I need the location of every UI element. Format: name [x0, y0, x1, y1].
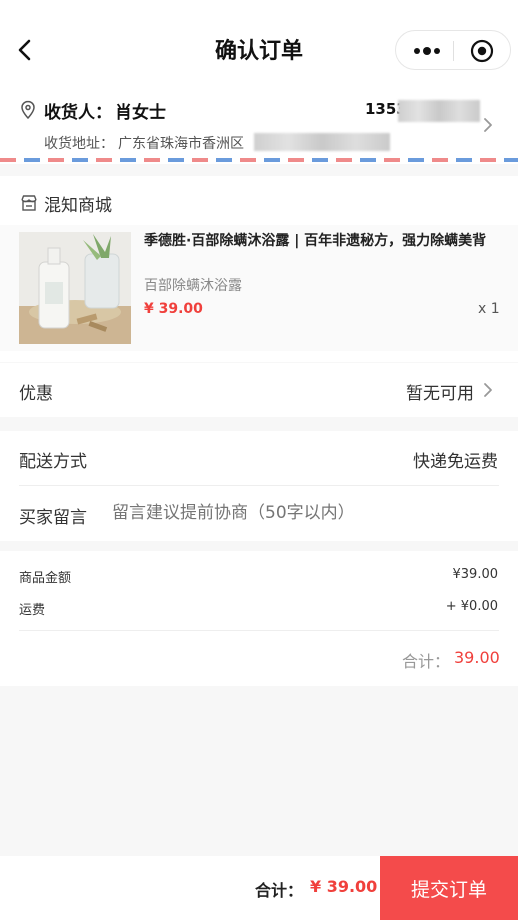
product-price: ¥ 39.00	[144, 301, 203, 317]
address-card[interactable]: 收货人： 肖女士 1353 收货地址： 广东省珠海市香洲区	[0, 92, 518, 164]
product-item[interactable]: 季德胜·百部除螨沐浴露 | 百年非遗秘方，强力除螨美背 百部除螨沐浴露 ¥ 39…	[0, 225, 518, 351]
row-divider	[19, 485, 499, 486]
summary-divider	[19, 630, 499, 631]
product-quantity: x 1	[478, 301, 500, 317]
address-label: 收货地址：	[44, 136, 114, 152]
product-spec: 百部除螨沐浴露	[144, 278, 242, 294]
capsule-divider	[453, 41, 454, 61]
address-redaction	[254, 133, 390, 151]
checkout-total-label: 合计：	[255, 881, 304, 900]
summary-total-value: 39.00	[454, 648, 500, 667]
product-title: 季德胜·百部除螨沐浴露 | 百年非遗秘方，强力除螨美背	[144, 233, 487, 249]
phone-redaction	[398, 100, 480, 122]
product-image	[19, 232, 131, 344]
shipping-label: 运费	[19, 603, 46, 618]
chevron-right-icon	[484, 383, 492, 397]
mini-program-capsule	[395, 30, 511, 70]
message-label: 买家留言	[19, 508, 87, 528]
recipient-name: 肖女士	[115, 103, 166, 123]
goods-amount-value: ¥39.00	[452, 567, 499, 582]
chevron-right-icon	[484, 118, 492, 132]
price-summary: 商品金额 ¥39.00 运费 + ¥0.00 合计： 39.00	[0, 551, 518, 686]
checkout-bar: 合计： ¥ 39.00 提交订单	[0, 856, 518, 920]
close-target-icon[interactable]	[470, 39, 494, 63]
delivery-label: 配送方式	[19, 452, 87, 472]
checkout-total-value: ¥ 39.00	[310, 877, 378, 896]
shop-section: 混知商城 季德胜·百部除螨沐浴露 | 百年非遗秘方，强力除螨美背 百部除螨沐浴露…	[0, 176, 518, 362]
discount-value: 暂无可用	[406, 384, 474, 404]
address-value: 广东省珠海市香洲区	[118, 136, 244, 152]
buyer-message-input[interactable]	[112, 497, 492, 529]
store-name: 混知商城	[44, 196, 112, 216]
store-icon	[21, 195, 37, 211]
more-dots-icon[interactable]	[412, 41, 442, 61]
location-pin-icon	[21, 100, 35, 120]
recipient-label: 收货人：	[44, 103, 112, 123]
goods-amount-label: 商品金额	[19, 571, 72, 586]
envelope-stripe	[0, 158, 518, 162]
submit-order-button[interactable]: 提交订单	[380, 856, 518, 920]
nav-bar: 确认订单	[0, 0, 518, 92]
delivery-section: 配送方式 快递免运费 买家留言	[0, 431, 518, 541]
delivery-value: 快递免运费	[413, 452, 498, 472]
shipping-value: + ¥0.00	[445, 599, 498, 614]
discount-row[interactable]: 优惠 暂无可用	[0, 363, 518, 417]
discount-label: 优惠	[19, 384, 53, 404]
summary-total-label: 合计：	[402, 652, 451, 671]
